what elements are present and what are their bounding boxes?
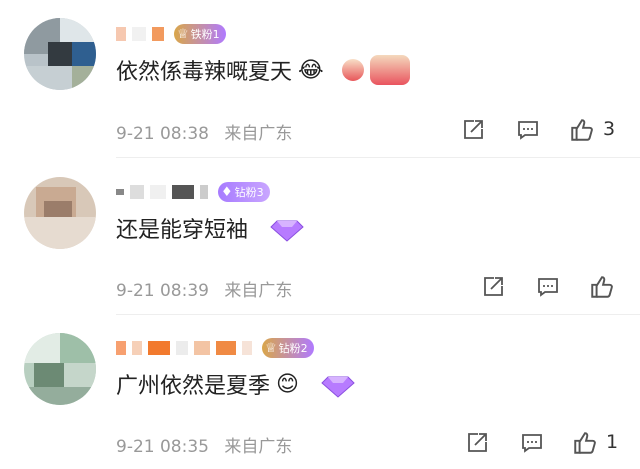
comment-time: 9-21 08:35 <box>116 437 209 457</box>
badge-label: 铁粉1 <box>190 28 220 41</box>
reply-button[interactable] <box>516 118 540 142</box>
badge-label: 钻粉2 <box>278 342 308 355</box>
comment-meta: 9-21 08:38 来自广东 <box>116 119 302 144</box>
comment-location: 来自广东 <box>224 437 293 457</box>
divider <box>116 157 640 158</box>
comment-text: 广州依然是夏季 😊 <box>116 368 355 400</box>
diamond-icon: ♦ <box>221 184 233 200</box>
avatar[interactable] <box>24 18 96 90</box>
comment-icon <box>520 431 544 455</box>
like-count: 3 <box>603 118 616 140</box>
diamond-sticker-icon <box>270 213 304 243</box>
share-button[interactable] <box>465 431 489 455</box>
comment-text-content: 依然係毒辣嘅夏天 <box>116 60 293 85</box>
smile-emoji: 😊 <box>276 371 299 397</box>
username-row[interactable]: ♕ 铁粉1 <box>116 22 226 46</box>
laugh-emoji: 😂 <box>298 57 324 83</box>
like-button[interactable] <box>589 274 623 298</box>
diamond-sticker-icon <box>321 369 355 399</box>
share-button[interactable] <box>481 275 505 299</box>
comment-text: 还是能穿短袖 <box>116 212 304 244</box>
reply-button[interactable] <box>536 275 560 299</box>
crown-icon: ♕ <box>177 26 189 42</box>
comment-location: 来自广东 <box>224 124 293 144</box>
comment-icon <box>516 118 540 142</box>
fan-badge: ♦ 钻粉3 <box>218 182 270 202</box>
share-icon <box>461 118 485 142</box>
share-button[interactable] <box>461 118 485 142</box>
reply-button[interactable] <box>520 431 544 455</box>
share-icon <box>481 275 505 299</box>
toaster-sticker-icon <box>369 55 410 85</box>
fan-badge: ♕ 钻粉2 <box>262 338 314 358</box>
avatar[interactable] <box>24 177 96 249</box>
toaster-sticker-icon <box>341 59 364 81</box>
comment-text-content: 还是能穿短袖 <box>116 218 249 243</box>
comment-text-content: 广州依然是夏季 <box>116 374 271 399</box>
fan-badge: ♕ 铁粉1 <box>174 24 226 44</box>
share-icon <box>465 431 489 455</box>
divider <box>116 314 640 315</box>
username-row[interactable]: ♦ 钻粉3 <box>116 180 270 204</box>
like-icon <box>572 430 596 454</box>
comment-icon <box>536 275 560 299</box>
comment-meta: 9-21 08:35 来自广东 <box>116 432 302 457</box>
comment-location: 来自广东 <box>224 281 293 301</box>
badge-label: 钻粉3 <box>234 186 264 199</box>
crown-icon: ♕ <box>265 340 277 356</box>
like-icon <box>569 117 593 141</box>
comment-time: 9-21 08:38 <box>116 124 209 144</box>
like-count: 1 <box>606 431 619 453</box>
username-row[interactable]: ♕ 钻粉2 <box>116 336 314 360</box>
comment-text: 依然係毒辣嘅夏天 😂 <box>116 55 410 85</box>
like-button[interactable]: 1 <box>572 430 618 454</box>
like-button[interactable]: 3 <box>569 117 615 141</box>
comment-time: 9-21 08:39 <box>116 281 209 301</box>
comment-meta: 9-21 08:39 来自广东 <box>116 276 302 301</box>
avatar[interactable] <box>24 333 96 405</box>
like-icon <box>589 274 613 298</box>
